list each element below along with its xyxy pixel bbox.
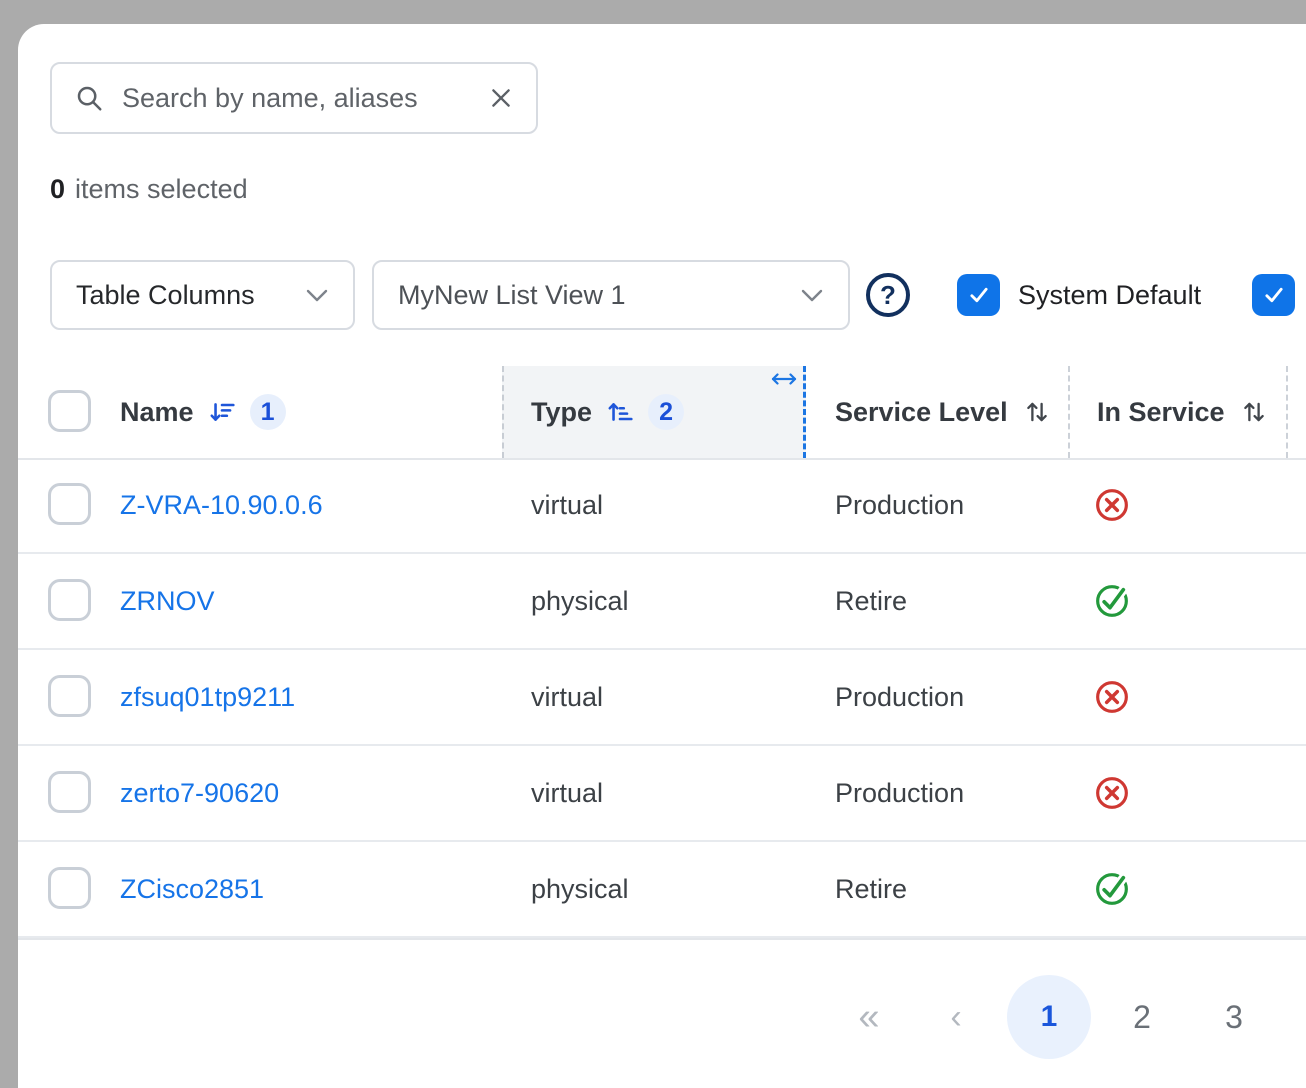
column-label: In Service <box>1097 397 1225 428</box>
clear-search-icon[interactable] <box>488 85 514 111</box>
column-header-service-level[interactable]: Service Level <box>835 366 1052 458</box>
pagination-page-2[interactable]: 2 <box>1120 975 1164 1059</box>
service-level-cell: Retire <box>835 554 907 648</box>
asset-link[interactable]: zfsuq01tp9211 <box>120 682 295 713</box>
name-cell: Z-VRA-10.90.0.6 <box>120 458 323 552</box>
row-checkbox[interactable] <box>48 675 91 717</box>
items-selected-status: 0 items selected <box>50 174 248 205</box>
column-separator <box>1068 366 1070 458</box>
table-columns-label: Table Columns <box>76 280 255 311</box>
in-service-status <box>1092 554 1132 648</box>
asset-link[interactable]: ZRNOV <box>120 586 215 617</box>
page-background: { "search": { "placeholder": "Search by … <box>0 0 1306 1088</box>
row-checkbox[interactable] <box>48 867 91 909</box>
name-cell: ZCisco2851 <box>120 842 264 936</box>
type-cell: physical <box>531 554 629 648</box>
service-level-cell: Production <box>835 650 964 744</box>
chevron-down-icon <box>305 288 329 303</box>
select-all-checkbox[interactable] <box>48 390 91 432</box>
help-glyph: ? <box>880 280 896 311</box>
name-cell: zerto7-90620 <box>120 746 279 840</box>
search-box[interactable] <box>50 62 538 134</box>
row-checkbox[interactable] <box>48 771 91 813</box>
sort-descending-icon <box>208 398 236 426</box>
asset-link[interactable]: zerto7-90620 <box>120 778 279 809</box>
in-service-status <box>1092 746 1132 840</box>
selected-label: items selected <box>75 174 248 204</box>
secondary-checkbox[interactable] <box>1252 274 1295 316</box>
table-header: Name 1 Type 2 <box>18 366 1306 460</box>
table-columns-dropdown[interactable]: Table Columns <box>50 260 355 330</box>
search-input[interactable] <box>120 82 472 115</box>
pagination: « ‹ 1 2 3 <box>18 975 1306 1059</box>
row-checkbox[interactable] <box>48 579 91 621</box>
check-icon <box>1259 280 1289 310</box>
not-in-service-icon <box>1092 485 1132 525</box>
type-cell: virtual <box>531 746 603 840</box>
help-icon[interactable]: ? <box>866 273 910 317</box>
name-cell: ZRNOV <box>120 554 215 648</box>
sort-both-icon <box>1022 397 1052 427</box>
type-cell: virtual <box>531 458 603 552</box>
column-resize-icon[interactable] <box>768 370 800 388</box>
in-service-status <box>1092 842 1132 936</box>
type-cell: physical <box>531 842 629 936</box>
list-view-dropdown[interactable]: MyNew List View 1 <box>372 260 850 330</box>
not-in-service-icon <box>1092 773 1132 813</box>
pagination-prev-icon[interactable]: ‹ <box>934 975 978 1059</box>
service-level-cell: Production <box>835 458 964 552</box>
pagination-page-1[interactable]: 1 <box>1007 975 1091 1059</box>
service-level-cell: Production <box>835 746 964 840</box>
search-icon <box>74 83 104 113</box>
content-card: 0 items selected Table Columns MyNew List… <box>18 24 1306 1088</box>
type-cell: virtual <box>531 650 603 744</box>
column-header-name[interactable]: Name 1 <box>120 366 286 458</box>
column-header-in-service[interactable]: In Service <box>1097 366 1269 458</box>
not-in-service-icon <box>1092 677 1132 717</box>
column-label: Service Level <box>835 397 1008 428</box>
table-bottom-divider <box>18 938 1306 940</box>
pagination-first-icon[interactable]: « <box>840 975 896 1059</box>
column-label: Name <box>120 397 194 428</box>
table-body: Z-VRA-10.90.0.6 virtual Production ZRNOV… <box>18 458 1306 938</box>
table-row: zerto7-90620 virtual Production <box>18 746 1306 842</box>
table-row: zfsuq01tp9211 virtual Production <box>18 650 1306 746</box>
sort-both-icon <box>1239 397 1269 427</box>
in-service-icon <box>1092 581 1132 621</box>
system-default-checkbox[interactable] <box>957 274 1000 316</box>
table-row: ZCisco2851 physical Retire <box>18 842 1306 938</box>
system-default-label: System Default <box>1018 274 1201 316</box>
pagination-page-3[interactable]: 3 <box>1212 975 1256 1059</box>
in-service-status <box>1092 650 1132 744</box>
list-view-value: MyNew List View 1 <box>398 280 626 311</box>
table-row: Z-VRA-10.90.0.6 virtual Production <box>18 458 1306 554</box>
asset-link[interactable]: Z-VRA-10.90.0.6 <box>120 490 323 521</box>
chevron-down-icon <box>800 288 824 303</box>
sort-order-badge: 1 <box>250 394 286 430</box>
sort-order-badge: 2 <box>648 394 684 430</box>
name-cell: zfsuq01tp9211 <box>120 650 295 744</box>
in-service-icon <box>1092 869 1132 909</box>
asset-link[interactable]: ZCisco2851 <box>120 874 264 905</box>
sort-ascending-icon <box>606 398 634 426</box>
in-service-status <box>1092 458 1132 552</box>
column-separator <box>1286 366 1288 458</box>
service-level-cell: Retire <box>835 842 907 936</box>
row-checkbox[interactable] <box>48 483 91 525</box>
column-header-type[interactable]: Type 2 <box>531 366 684 458</box>
selected-count: 0 <box>50 174 65 204</box>
table-row: ZRNOV physical Retire <box>18 554 1306 650</box>
column-label: Type <box>531 397 592 428</box>
check-icon <box>964 280 994 310</box>
